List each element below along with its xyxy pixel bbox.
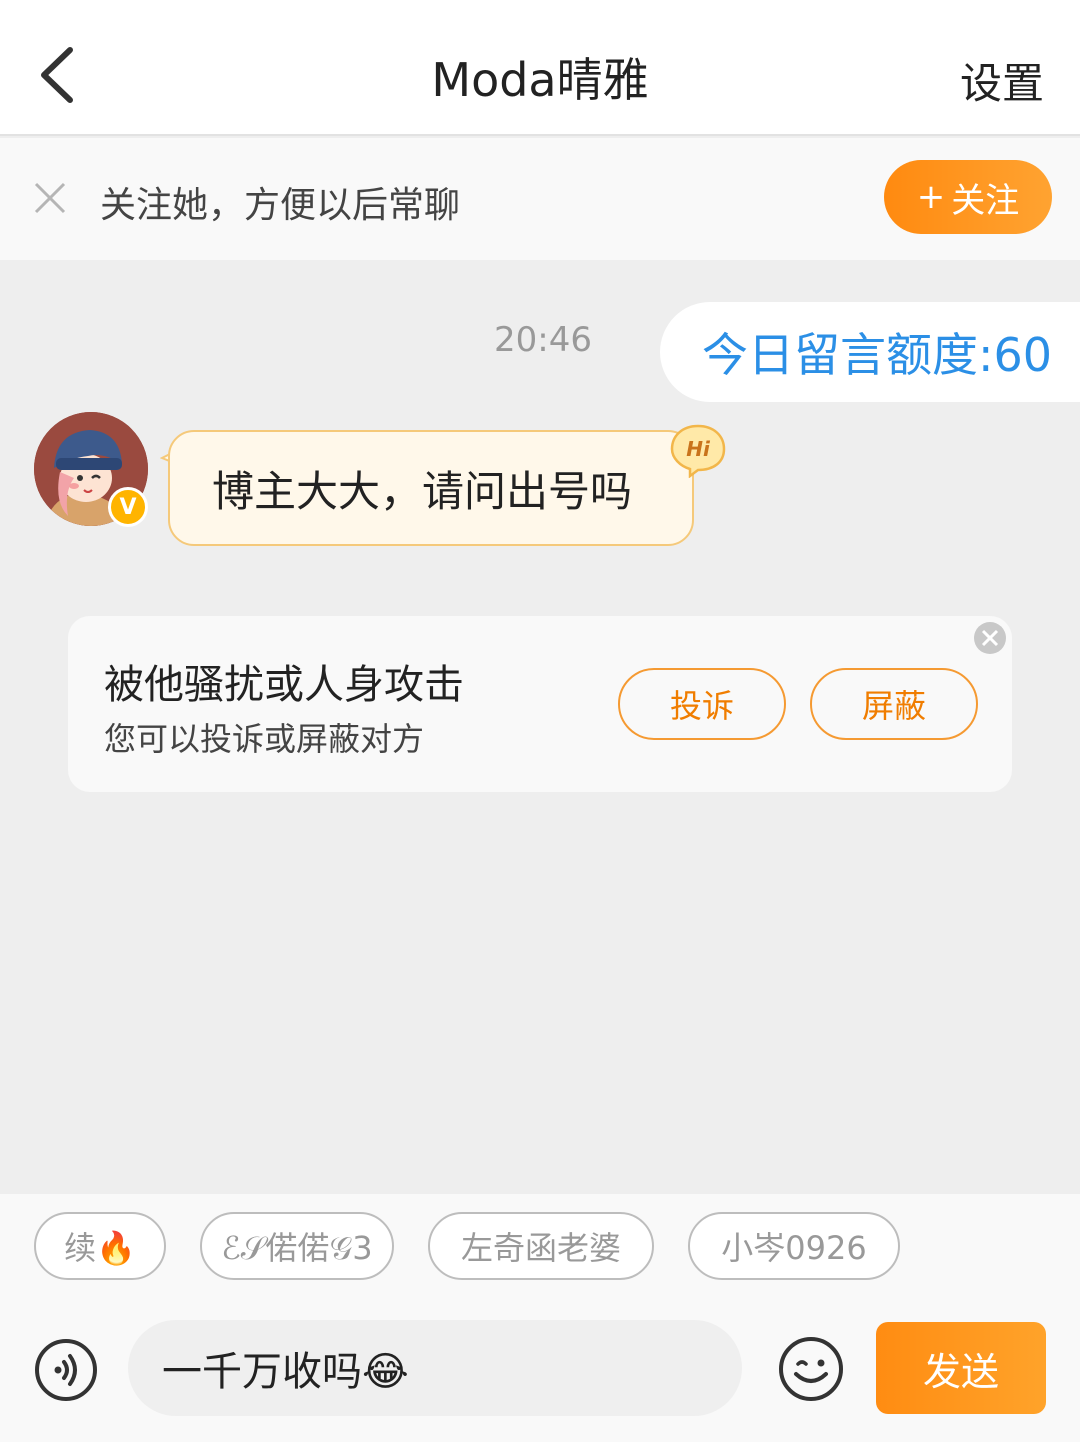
verified-badge: V bbox=[108, 487, 148, 527]
complain-button[interactable]: 投诉 bbox=[618, 668, 786, 740]
chat-screen: Moda晴雅 设置 关注她，方便以后常聊 + 关注 20:46 今日留言额度:6… bbox=[0, 0, 1080, 1442]
message-timestamp: 20:46 bbox=[494, 320, 592, 360]
quick-chip[interactable]: 续🔥 bbox=[34, 1212, 166, 1280]
close-circle-icon[interactable] bbox=[972, 620, 1008, 656]
quick-chip[interactable]: ℰ𝒮偌偌𝒢3 bbox=[200, 1212, 394, 1280]
follow-button[interactable]: + 关注 bbox=[884, 160, 1052, 234]
message-input[interactable]: 一千万收吗😂 bbox=[128, 1320, 742, 1416]
page-title: Moda晴雅 bbox=[431, 53, 649, 107]
settings-button[interactable]: 设置 bbox=[960, 50, 1044, 111]
hi-badge-text: Hi bbox=[686, 437, 711, 461]
quota-bubble: 今日留言额度:60 bbox=[660, 302, 1080, 402]
follow-button-label: 关注 bbox=[951, 180, 1020, 221]
incoming-message-text: 博主大大，请问出号吗 bbox=[212, 466, 633, 516]
quick-chip[interactable]: 左奇函老婆 bbox=[428, 1212, 654, 1280]
block-button[interactable]: 屏蔽 bbox=[810, 668, 978, 740]
emoji-icon[interactable] bbox=[778, 1336, 844, 1402]
report-subtitle: 您可以投诉或屏蔽对方 bbox=[104, 720, 425, 758]
top-bar: Moda晴雅 设置 bbox=[0, 0, 1080, 136]
hi-badge-icon: Hi bbox=[670, 424, 726, 478]
voice-icon[interactable] bbox=[34, 1338, 98, 1402]
close-icon[interactable] bbox=[32, 180, 68, 216]
quick-chip[interactable]: 小岑0926 bbox=[688, 1212, 900, 1280]
report-title: 被他骚扰或人身攻击 bbox=[104, 662, 464, 708]
follow-prompt-text: 关注她，方便以后常聊 bbox=[100, 185, 461, 226]
incoming-message-bubble[interactable]: 博主大大，请问出号吗 bbox=[168, 430, 694, 546]
plus-icon: + bbox=[916, 177, 946, 217]
send-button[interactable]: 发送 bbox=[876, 1322, 1046, 1414]
